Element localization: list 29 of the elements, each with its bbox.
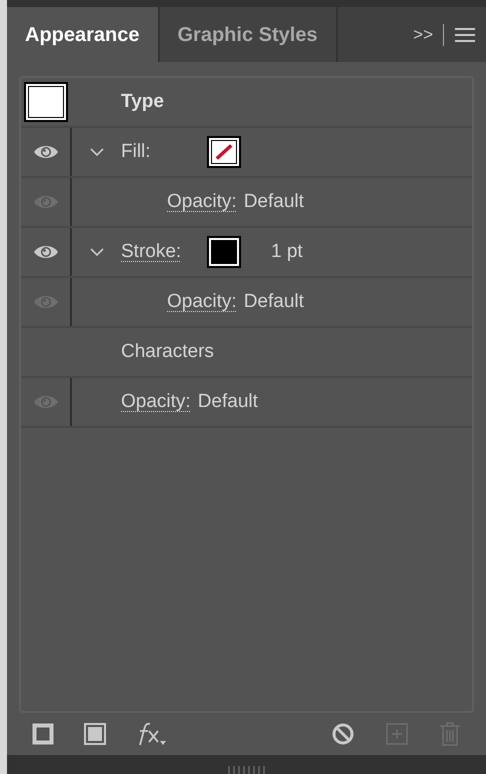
stroke-weight[interactable]: 1 pt: [271, 238, 303, 266]
trash-icon: [439, 721, 461, 747]
color-swatch[interactable]: [207, 236, 241, 268]
resize-grip-icon[interactable]: [226, 766, 266, 774]
chevron-icon[interactable]: [90, 248, 104, 256]
new-stroke-icon[interactable]: [32, 723, 54, 745]
attribute-label[interactable]: Opacity:: [121, 388, 191, 416]
chevron-icon[interactable]: [90, 148, 104, 156]
new-fill-icon[interactable]: [84, 723, 106, 745]
duplicate-icon: [385, 722, 409, 746]
attribute-value[interactable]: Default: [198, 388, 258, 416]
attribute-value[interactable]: Default: [244, 288, 304, 316]
no-fill-swatch[interactable]: [207, 136, 241, 168]
attribute-label[interactable]: Opacity:: [167, 188, 237, 216]
attribute-label[interactable]: Opacity:: [167, 288, 237, 316]
object-type-label: Type: [121, 90, 164, 114]
group-label: Characters: [121, 340, 214, 364]
panel-tab[interactable]: Appearance: [7, 7, 160, 62]
effects-icon[interactable]: [136, 721, 168, 747]
eye-icon[interactable]: [32, 144, 58, 160]
overflow-button[interactable]: >>: [413, 22, 433, 48]
attribute-value[interactable]: Default: [244, 188, 304, 216]
eye-icon[interactable]: [32, 244, 58, 260]
attribute-label: Fill:: [121, 140, 152, 164]
clear-icon[interactable]: [331, 722, 355, 746]
panel-tab[interactable]: Graphic Styles: [160, 7, 338, 62]
attribute-label[interactable]: Stroke:: [121, 238, 207, 266]
color-swatch[interactable]: [24, 82, 68, 122]
menu-icon[interactable]: [454, 26, 476, 42]
